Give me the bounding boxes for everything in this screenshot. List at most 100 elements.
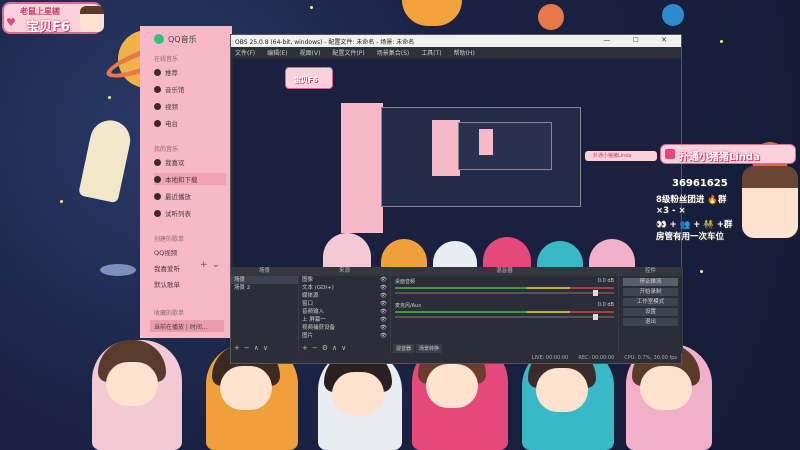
sidebar-item-label: 我喜欢 — [165, 159, 185, 167]
volume-meter — [395, 311, 614, 313]
earth-illustration — [662, 4, 684, 26]
scene-item[interactable]: 场景 — [231, 276, 298, 284]
radio-icon — [154, 119, 161, 127]
list-icon — [154, 209, 161, 217]
sidebar-item-label: 音乐馆 — [165, 86, 185, 94]
section-my-music: 我的音乐 — [154, 146, 179, 153]
sidebar-item-label: 我喜爱听 — [154, 265, 180, 273]
obs-title-bar: OBS 25.0.8 (64-bit, windows) - 配置文件: 未命名… — [231, 35, 681, 47]
source-item[interactable]: 图片 👁 — [299, 332, 390, 340]
video-icon — [154, 102, 161, 110]
fan-count: 36961625 — [672, 178, 728, 189]
volume-slider[interactable] — [395, 290, 614, 296]
source-item[interactable]: 窗口 👁 — [299, 300, 390, 308]
obs-window[interactable]: OBS 25.0.8 (64-bit, windows) - 配置文件: 未命名… — [230, 34, 683, 364]
sidebar-item-trial-list[interactable]: 试听列表 — [154, 207, 226, 219]
source-item[interactable]: 媒体源 👁 — [299, 292, 390, 300]
sidebar-item-label: 本地和下载 — [165, 176, 198, 184]
start-recording-button[interactable]: 开始录制 — [623, 288, 678, 296]
menu-view[interactable]: 视图(V) — [300, 48, 321, 57]
studio-mode-button[interactable]: 工作室模式 — [623, 298, 678, 306]
sidebar-item-label: 电台 — [165, 120, 178, 128]
avatar — [80, 6, 104, 32]
menu-scene-collection[interactable]: 场景集合(S) — [377, 48, 410, 57]
streamer-badge: ♥ 老鼠上星槎 宝贝F6 — [2, 2, 104, 35]
sidebar-item-playlist[interactable]: 我喜爱听 — [154, 262, 226, 274]
volume-slider[interactable] — [395, 314, 614, 320]
stop-streaming-button[interactable]: 停止推流 — [623, 278, 678, 286]
sidebar-item-radio[interactable]: 电台 — [154, 117, 226, 129]
tab-scene-transitions[interactable]: 场景转换 — [416, 344, 443, 353]
source-item[interactable]: 音频输入 👁 — [299, 308, 390, 316]
chibi-character — [92, 340, 182, 450]
room-note: 房管有用一次车位 — [656, 232, 725, 242]
overlay-title: 扑通小猪猪Linda — [679, 152, 760, 163]
clock-icon — [154, 192, 161, 200]
menu-file[interactable]: 文件(F) — [235, 48, 255, 57]
sidebar-item-playlist[interactable]: QQ视频 — [154, 246, 226, 258]
sources-dock: 来源 图像 👁 文本 (GDI+) 👁 媒体源 👁 窗口 👁 音频输入 👁 上 屏幕一 👁 … — [299, 267, 391, 353]
computer-icon — [154, 175, 161, 183]
sidebar-item-label: 默认歌单 — [154, 281, 180, 289]
tab-mixer[interactable]: 混音器 — [393, 344, 415, 353]
rec-time: REC: 00:00:00 — [578, 355, 615, 361]
scenes-toolbar[interactable]: +−∧∨ — [231, 344, 298, 353]
star-icon — [310, 6, 313, 9]
exit-button[interactable]: 退出 — [623, 318, 678, 326]
scene-item[interactable]: 场景 2 — [231, 284, 298, 292]
planet-illustration — [402, 0, 462, 26]
star-icon — [108, 96, 111, 99]
live-time: LIVE: 00:00:00 — [531, 355, 569, 361]
obs-menu-bar: 文件(F) 编辑(E) 视图(V) 配置文件(P) 场景集合(S) 工具(T) … — [231, 47, 681, 57]
scenes-dock: 场景 场景 场景 2 +−∧∨ — [231, 267, 299, 353]
chibi-character — [318, 350, 402, 450]
source-item[interactable]: 上 屏幕一 👁 — [299, 316, 390, 324]
sidebar-item-label: 视频 — [165, 103, 178, 111]
source-item[interactable]: 图像 👁 — [299, 276, 390, 284]
qq-music-title: QQ音乐 — [168, 35, 197, 44]
menu-tools[interactable]: 工具(T) — [421, 48, 441, 57]
menu-edit[interactable]: 编辑(E) — [267, 48, 287, 57]
eye-icon: 👁 — [380, 293, 387, 299]
streamer-avatar — [742, 166, 798, 238]
sidebar-item-playlist[interactable]: 默认歌单 — [154, 278, 226, 290]
sidebar-item-label: 试听列表 — [165, 210, 191, 218]
qq-music-window[interactable]: QQ音乐 在线音乐 推荐 音乐馆 视频 电台 我的音乐 我喜欢 本地和下载 最近… — [140, 26, 232, 338]
eye-icon: 👁 — [380, 317, 387, 323]
sidebar-item-favorites[interactable]: 我喜欢 — [154, 156, 226, 168]
sidebar-item-label: 推荐 — [165, 69, 178, 77]
sidebar-item-label: QQ视频 — [154, 249, 178, 257]
cpu-usage: CPU: 0.7%, 30.00 fps — [624, 355, 677, 361]
window-controls[interactable]: — ☐ ✕ — [603, 36, 677, 44]
mixer-dock: 混音器 桌面音频 0.0 dB 麦克风/Aux 0.0 dB 混音器 场景转换 — [391, 267, 619, 353]
star-icon — [720, 40, 723, 43]
sources-toolbar[interactable]: +−⚙∧∨ — [299, 344, 390, 353]
section-created-playlists: 创建的歌单 — [154, 236, 185, 243]
preview-overlay-tag: 扑通小猪猪Linda — [585, 151, 657, 161]
obs-preview-canvas[interactable]: 宝贝F6 扑通小猪猪Linda — [233, 59, 681, 293]
eye-icon: 👁 — [380, 301, 387, 307]
fan-group-label: 8级粉丝团进 🔥群 — [656, 195, 727, 205]
sidebar-item-local-download[interactable]: 本地和下载 — [154, 173, 226, 185]
preview-qq-window — [341, 103, 383, 233]
gift-combo: 👀 + 👥 + 🧑‍🤝‍🧑 +群 — [656, 220, 733, 230]
source-item[interactable]: 视频捕获设备 👁 — [299, 324, 390, 332]
source-item[interactable]: 文本 (GDI+) 👁 — [299, 284, 390, 292]
menu-help[interactable]: 帮助(H) — [454, 48, 475, 57]
sidebar-item-recommend[interactable]: 推荐 — [154, 66, 226, 78]
mixer-channel-mic: 麦克风/Aux 0.0 dB — [391, 300, 618, 324]
settings-button[interactable]: 设置 — [623, 308, 678, 316]
eye-icon: 👁 — [380, 309, 387, 315]
preview-nested-obs — [381, 107, 581, 207]
sidebar-item-video[interactable]: 视频 — [154, 100, 226, 112]
music-note-icon — [154, 85, 161, 93]
now-playing-bar[interactable]: 当前在播放 | 时间... — [150, 320, 224, 332]
heart-icon: ♥ — [6, 16, 16, 29]
mixer-channel-desktop: 桌面音频 0.0 dB — [391, 276, 618, 300]
eye-icon: 👁 — [380, 325, 387, 331]
menu-profile[interactable]: 配置文件(P) — [332, 48, 364, 57]
eye-icon: 👁 — [380, 333, 387, 339]
sidebar-item-music-hall[interactable]: 音乐馆 — [154, 83, 226, 95]
sidebar-item-recent[interactable]: 最近播放 — [154, 190, 226, 202]
gift-multiplier: ×3 - × — [656, 206, 686, 216]
